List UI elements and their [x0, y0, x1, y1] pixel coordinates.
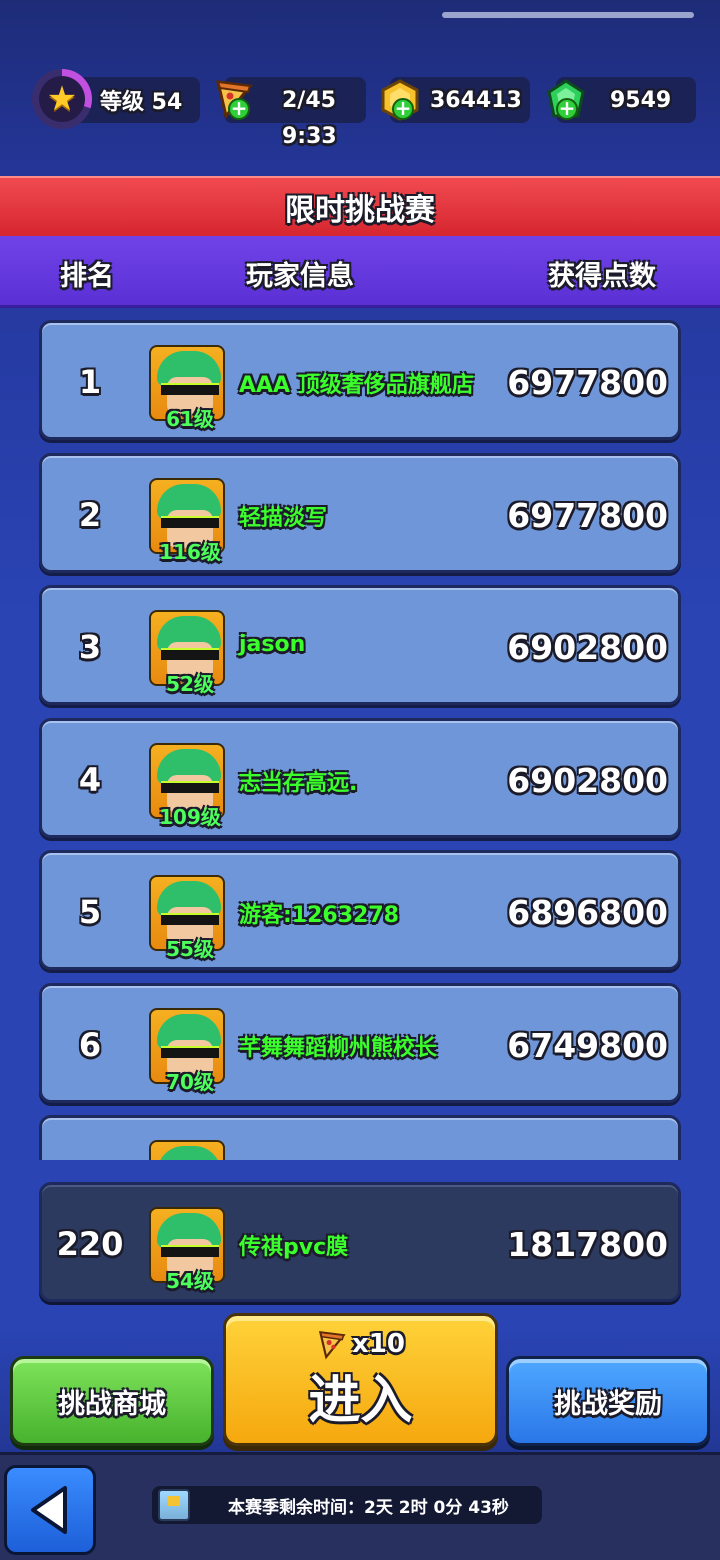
- season-timer: 本赛季剩余时间：2天 2时 0分 43秒: [152, 1486, 542, 1524]
- leaderboard-row[interactable]: [39, 1115, 681, 1160]
- row-rank: 6: [78, 1025, 102, 1064]
- table-header: 排名 玩家信息 获得点数: [0, 236, 720, 308]
- leaderboard-row[interactable]: 3 52级 jason 6902800: [39, 585, 681, 705]
- back-button[interactable]: [4, 1465, 96, 1555]
- season-remaining-text: 本赛季剩余时间：2天 2时 0分 43秒: [228, 1497, 509, 1518]
- enter-cost: x10: [316, 1328, 405, 1360]
- challenge-reward-button[interactable]: 挑战奖励: [506, 1356, 710, 1446]
- player-level: 55级: [166, 937, 214, 961]
- event-title-banner: 限时挑战赛: [0, 176, 720, 236]
- pizza-add-button[interactable]: +: [228, 98, 250, 120]
- player-name: 芊舞舞蹈柳州熊校长: [239, 1035, 438, 1061]
- player-name: 志当存高远.: [239, 770, 358, 796]
- player-level: 70级: [166, 1069, 214, 1094]
- star-icon: ★: [46, 79, 78, 119]
- gold-amount: 364413: [430, 87, 522, 113]
- challenge-shop-button[interactable]: 挑战商城: [10, 1356, 214, 1446]
- gem-amount: 9549: [610, 87, 672, 113]
- pizza-icon: [318, 1331, 346, 1360]
- pizza-count: 2/45: [282, 87, 336, 113]
- calendar-icon: [158, 1489, 190, 1521]
- level-badge: ★: [32, 69, 92, 129]
- row-rank: 1: [78, 363, 102, 401]
- row-rank: 220: [56, 1225, 124, 1263]
- player-level: 61级: [166, 407, 214, 431]
- leaderboard-row[interactable]: 1 61级 AAA 顶级奢侈品旗舰店 6977800: [39, 320, 681, 440]
- player-name: 游客:1263278: [239, 903, 399, 928]
- player-score: 6896800: [507, 893, 668, 932]
- player-name: 传祺pvc膜: [239, 1235, 349, 1260]
- enter-cost-amount: x10: [352, 1329, 405, 1359]
- player-score: 6977800: [507, 363, 668, 402]
- gold-add-button[interactable]: +: [392, 98, 414, 120]
- header-rank: 排名: [60, 261, 114, 292]
- player-score: 6902800: [507, 760, 668, 800]
- pizza-timer: 9:33: [282, 124, 337, 149]
- player-level: 109级: [159, 804, 221, 829]
- leaderboard-row[interactable]: 2 116级 轻描淡写 6977800: [39, 452, 681, 573]
- player-avatar[interactable]: [149, 1140, 225, 1160]
- header-player-info: 玩家信息: [246, 261, 354, 292]
- leaderboard-row[interactable]: 6 70级 芊舞舞蹈柳州熊校长 6749800: [39, 982, 681, 1103]
- row-rank: 5: [78, 893, 102, 931]
- my-rank-row[interactable]: 220 54级 传祺pvc膜 1817800: [39, 1182, 681, 1302]
- level-text: 等级 54: [100, 90, 183, 115]
- player-name: 轻描淡写: [239, 505, 328, 531]
- top-drag-handle: [442, 12, 694, 18]
- leaderboard-row[interactable]: 5 55级 游客:1263278 6896800: [39, 850, 681, 970]
- back-arrow-icon: [31, 1486, 67, 1534]
- enter-button[interactable]: x10 进入: [223, 1313, 498, 1446]
- player-level: 52级: [166, 672, 214, 696]
- player-score: 6749800: [507, 1025, 668, 1065]
- row-rank: 3: [78, 628, 102, 666]
- gem-add-button[interactable]: +: [556, 98, 578, 120]
- player-name: AAA 顶级奢侈品旗舰店: [239, 373, 474, 398]
- player-level: 116级: [159, 539, 221, 564]
- player-score: 1817800: [507, 1225, 668, 1264]
- enter-label: 进入: [308, 1371, 413, 1431]
- leaderboard-row[interactable]: 4 109级 志当存高远. 6902800: [39, 717, 681, 838]
- leaderboard-list[interactable]: 1 61级 AAA 顶级奢侈品旗舰店 6977800 2 116级 轻描淡写 6977800 3…: [0, 318, 720, 1160]
- row-rank: 4: [78, 760, 102, 799]
- header-points: 获得点数: [548, 261, 656, 292]
- player-level: 54级: [166, 1269, 214, 1293]
- player-score: 6902800: [507, 628, 668, 667]
- player-score: 6977800: [507, 495, 668, 535]
- row-rank: 2: [78, 495, 102, 534]
- player-name: jason: [239, 632, 306, 657]
